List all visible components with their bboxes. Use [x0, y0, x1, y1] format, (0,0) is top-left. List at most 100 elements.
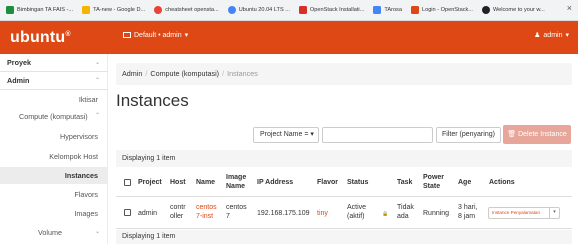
bookmark-favicon-icon: [154, 6, 163, 14]
bookmark-favicon-icon: [298, 6, 307, 14]
bookmark-item[interactable]: TA-new - Google D...: [82, 6, 145, 14]
user-dropdown[interactable]: ♟ admin ▾: [534, 31, 569, 40]
select-all-checkbox[interactable]: [124, 179, 131, 186]
cell-ip-address: 192.168.175.109: [257, 210, 310, 217]
sidebar-item-instances[interactable]: Instances: [0, 167, 107, 184]
bookmark-label: Login - OpenStack...: [421, 7, 473, 13]
column-flavor[interactable]: Flavor: [317, 178, 338, 187]
cell-host: contr oller: [170, 203, 186, 221]
column-actions: Actions: [489, 179, 515, 186]
bookmark-label: OpenStack Installati...: [309, 7, 365, 13]
instance-action-button[interactable]: Instance Penyalamatan ▾: [488, 207, 560, 219]
sidebar: Proyek ⌄ Admin ⌃ Iktisar Compute (komput…: [0, 54, 108, 244]
breadcrumb-admin[interactable]: Admin: [122, 69, 142, 78]
lock-icon: 🔒: [382, 211, 389, 217]
project-dropdown[interactable]: Default • admin ▾: [123, 31, 188, 39]
bookmark-label: cheatsheet opensta...: [165, 7, 219, 13]
bookmark-item[interactable]: cheatsheet opensta...: [154, 6, 219, 14]
sidebar-item-admin[interactable]: Admin ⌃: [0, 72, 108, 90]
cell-age: 3 hari, 8 jam: [458, 203, 477, 221]
bookmark-item[interactable]: Login - OpenStack...: [410, 6, 473, 14]
sidebar-item-label: Proyek: [7, 58, 31, 67]
row-checkbox[interactable]: [124, 209, 131, 216]
bookmark-label: Ubuntu 20.04 LTS ...: [238, 7, 290, 13]
flavor-link[interactable]: tiny: [317, 209, 328, 218]
bookmark-favicon-icon: [6, 6, 14, 14]
breadcrumb-compute[interactable]: Compute (komputasi): [150, 69, 219, 78]
bookmark-label: TArosa: [384, 7, 402, 13]
breadcrumb-separator: /: [222, 69, 225, 78]
bookmark-favicon-icon: [373, 6, 382, 14]
bookmark-item[interactable]: Bimbingan TA FAIS -...: [6, 6, 73, 14]
column-power-state[interactable]: Power State: [423, 173, 444, 191]
chevron-down-icon: ⌄: [94, 229, 100, 235]
user-icon: ♟: [534, 32, 541, 39]
bookmark-label: TA-new - Google D...: [93, 7, 146, 13]
bookmark-item[interactable]: Welcome to your w...: [481, 6, 545, 14]
cell-power-state: Running: [423, 210, 450, 217]
sidebar-item-ikhtisar[interactable]: Iktisar: [0, 91, 107, 108]
cell-text: 7-inst: [196, 213, 214, 220]
cell-text: ada: [397, 213, 409, 220]
bookmark-item[interactable]: TArosa: [373, 6, 402, 14]
cell-text: 3 hari,: [458, 204, 478, 211]
user-dropdown-label: admin: [543, 31, 563, 39]
bookmark-favicon-icon: [481, 6, 490, 14]
sidebar-item-flavors[interactable]: Flavors: [0, 186, 107, 203]
chevron-up-icon: ⌃: [94, 113, 100, 119]
breadcrumb: Admin / Compute (komputasi) / Instances: [116, 63, 572, 85]
cell-task: Tidak ada: [397, 203, 414, 221]
bookmark-item[interactable]: Ubuntu 20.04 LTS ...: [227, 6, 290, 14]
column-ip-address[interactable]: IP Address: [257, 178, 293, 187]
table-count-top: Displaying 1 item: [116, 150, 572, 167]
ubuntu-logo[interactable]: ubuntu®: [0, 29, 71, 47]
cell-text: (aktif): [347, 213, 365, 220]
top-navbar: ubuntu® Default • admin ▾ ♟ admin ▾: [0, 21, 578, 54]
column-label: Image: [226, 174, 247, 181]
page-title: Instances: [116, 91, 189, 110]
delete-instance-label: Delete Instance: [518, 131, 567, 138]
sidebar-item-label: Admin: [7, 76, 30, 85]
sidebar-item-compute[interactable]: Compute (komputasi) ⌃: [0, 108, 108, 125]
cell-text: oller: [170, 213, 184, 220]
column-age[interactable]: Age: [458, 178, 471, 187]
chevron-down-icon[interactable]: ▾: [549, 208, 559, 218]
instance-action-label: Instance Penyalamatan: [492, 210, 541, 215]
column-project[interactable]: Project: [138, 178, 162, 187]
sidebar-item-kelompok-host[interactable]: Kelompok Host: [0, 148, 107, 165]
breadcrumb-current: Instances: [227, 69, 258, 78]
table-header: Project Host Name Image Name IP Address F…: [116, 167, 572, 197]
sidebar-item-volume[interactable]: Volume ⌄: [0, 224, 108, 241]
cell-text: 8 jam: [458, 213, 476, 220]
column-image-name[interactable]: Image Name: [226, 173, 246, 191]
bookmark-favicon-icon: [410, 6, 419, 14]
filter-button[interactable]: Filter (penyaring): [436, 127, 501, 143]
project-dropdown-label: Default • admin: [134, 31, 182, 39]
trash-icon: 🗑: [507, 131, 517, 138]
column-label: Power: [423, 174, 445, 181]
column-label: State: [423, 183, 441, 190]
sidebar-item-hypervisors[interactable]: Hypervisors: [0, 128, 107, 145]
instance-name-link[interactable]: centos 7-inst: [196, 203, 217, 221]
chevron-up-icon: ⌃: [94, 78, 100, 84]
table-count-bottom: Displaying 1 item: [116, 230, 572, 244]
sidebar-item-images[interactable]: Images: [0, 205, 107, 222]
project-icon: [123, 32, 131, 38]
cell-text: centos: [196, 204, 217, 211]
delete-instance-button: 🗑 Delete Instance: [503, 125, 571, 144]
column-host[interactable]: Host: [170, 178, 186, 187]
cell-project: admin: [138, 210, 158, 217]
cell-text: contr: [170, 204, 186, 211]
column-label: Name: [226, 183, 246, 190]
sidebar-item-proyek[interactable]: Proyek ⌄: [0, 54, 108, 72]
column-task[interactable]: Task: [397, 178, 412, 187]
chevron-down-icon: ⌄: [94, 60, 100, 66]
column-name[interactable]: Name: [196, 178, 215, 187]
filter-input[interactable]: [322, 127, 433, 143]
bookmark-favicon-icon: [82, 6, 91, 14]
cell-text: Tidak: [397, 204, 414, 211]
filter-field-select[interactable]: Project Name = ▾: [253, 127, 319, 143]
column-status[interactable]: Status: [347, 178, 368, 187]
close-icon[interactable]: ×: [567, 4, 572, 13]
bookmark-item[interactable]: OpenStack Installati...: [298, 6, 365, 14]
